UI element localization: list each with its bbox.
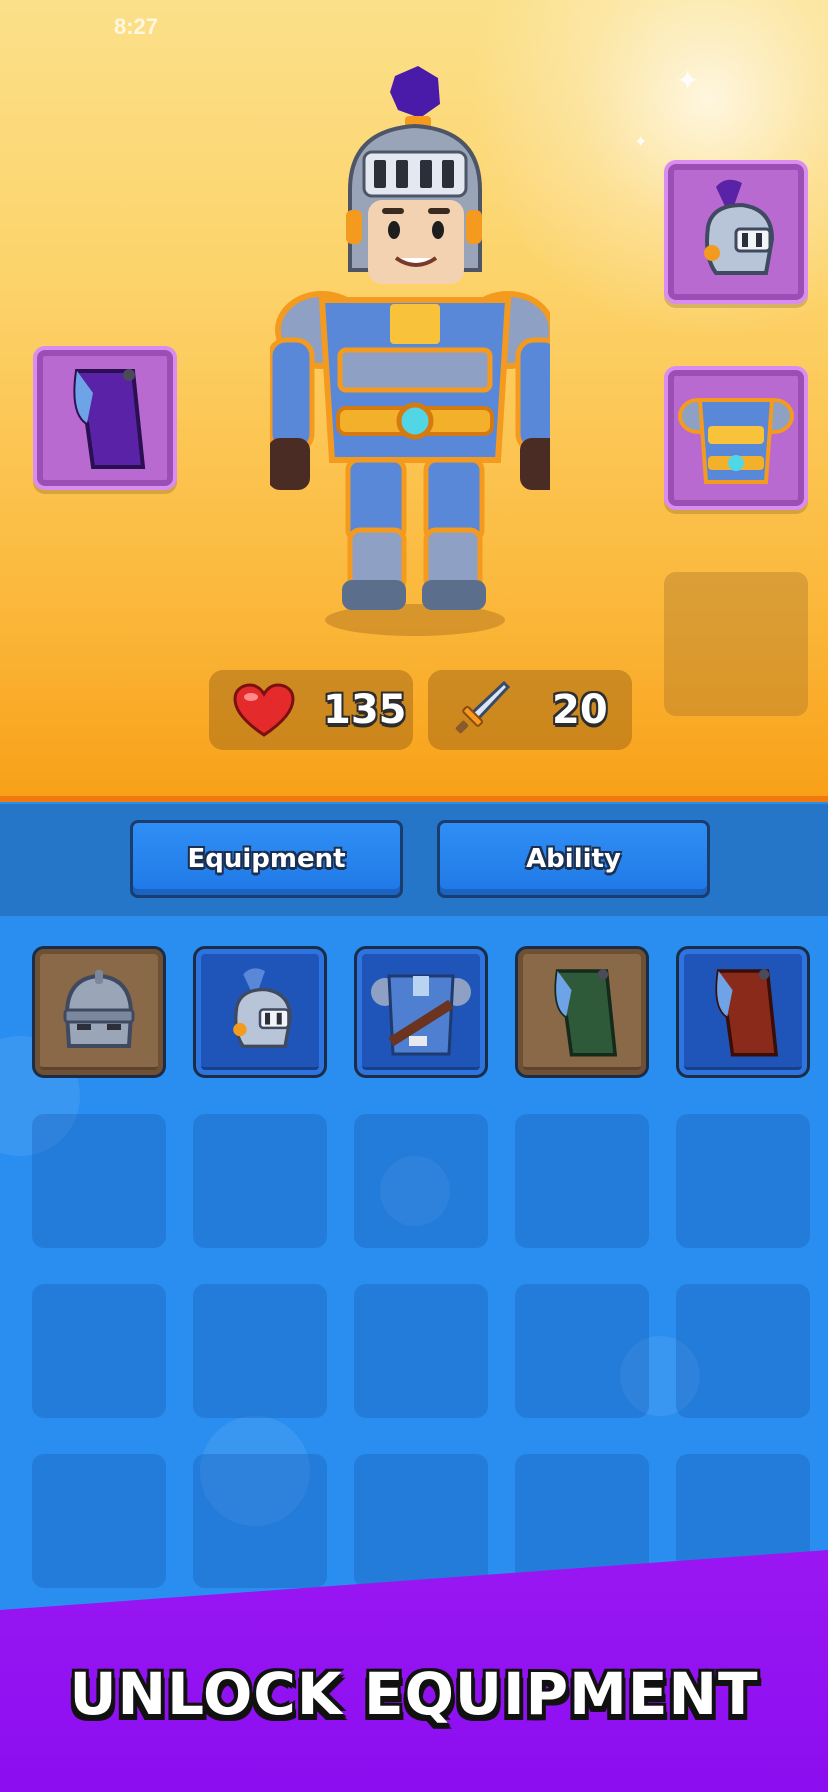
inventory-empty-cell[interactable]	[354, 1284, 488, 1418]
equip-slot-empty[interactable]	[664, 572, 808, 716]
inventory-item-red-cape[interactable]	[676, 946, 810, 1078]
equip-slot-helmet[interactable]	[664, 160, 808, 304]
tab-ability-label: Ability	[526, 844, 621, 874]
inventory-empty-cell[interactable]	[676, 1114, 810, 1248]
divider	[0, 796, 828, 802]
inventory-empty-cell[interactable]	[515, 1114, 649, 1248]
inventory-item-green-cape[interactable]	[515, 946, 649, 1078]
tab-equipment[interactable]: Equipment	[130, 820, 403, 898]
red-cape-icon	[715, 969, 779, 1057]
plumed-helmet-icon	[704, 179, 775, 275]
sparkle-icon: ✦	[676, 64, 700, 97]
plumed-helmet-icon	[233, 968, 292, 1048]
status-time: 8:27	[114, 14, 159, 39]
inventory-empty-cell[interactable]	[193, 1284, 327, 1418]
tab-ability[interactable]: Ability	[437, 820, 710, 898]
inventory-empty-cell[interactable]	[32, 1284, 166, 1418]
inventory-item-plumed-helmet[interactable]	[193, 946, 327, 1078]
sparkle-icon: ✦	[634, 132, 648, 151]
purple-cape-icon	[73, 369, 146, 469]
inventory-empty-cell[interactable]	[32, 1454, 166, 1588]
inventory-item-blue-tunic[interactable]	[354, 946, 488, 1078]
blue-tunic-icon	[371, 974, 471, 1056]
inventory-empty-cell[interactable]	[193, 1114, 327, 1248]
character-preview-area: ✦ ✦ 8:27 135 20	[0, 0, 828, 802]
inventory-empty-cell[interactable]	[676, 1284, 810, 1418]
attack-value: 20	[552, 687, 608, 733]
inventory-item-iron-helmet[interactable]	[32, 946, 166, 1078]
health-value: 135	[323, 687, 407, 733]
gold-armor-icon	[678, 398, 794, 484]
promo-banner-text: UNLOCK EQUIPMENT	[69, 1660, 759, 1728]
inventory-empty-cell[interactable]	[515, 1284, 649, 1418]
attack-stat: 20	[428, 670, 632, 750]
equip-slot-cape[interactable]	[33, 346, 177, 490]
tab-bar: Equipment Ability	[0, 804, 828, 916]
inventory-empty-cell[interactable]	[354, 1114, 488, 1248]
inventory-empty-cell[interactable]	[32, 1114, 166, 1248]
tab-equipment-label: Equipment	[187, 844, 346, 874]
health-stat: 135	[209, 670, 413, 750]
inventory-empty-cell[interactable]	[354, 1454, 488, 1588]
green-cape-icon	[554, 969, 618, 1057]
iron-helmet-icon	[63, 970, 135, 1048]
inventory-empty-cell[interactable]	[193, 1454, 327, 1588]
knight-character[interactable]	[270, 60, 550, 640]
sword-icon	[455, 681, 510, 734]
heart-icon	[233, 683, 295, 737]
equip-slot-armor[interactable]	[664, 366, 808, 510]
